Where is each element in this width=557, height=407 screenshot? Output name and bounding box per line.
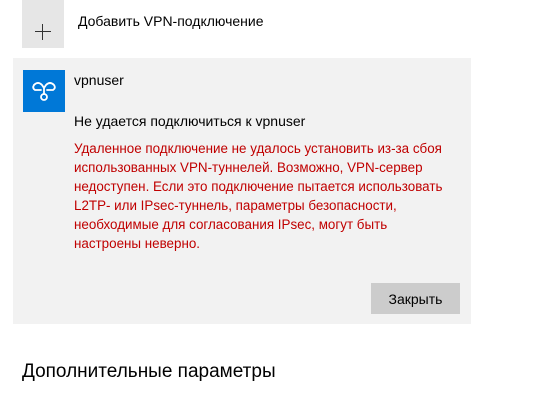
- close-button[interactable]: Закрыть: [371, 283, 460, 314]
- vpn-connection-name: vpnuser: [74, 72, 124, 88]
- vpn-connection-panel: vpnuser Не удается подключиться к vpnuse…: [13, 58, 471, 324]
- error-line: Удаленное подключение не удалось установ…: [74, 141, 442, 156]
- error-line: настроены неверно.: [74, 236, 201, 251]
- vpn-settings-page: Добавить VPN-подключение vpnuser Не удае…: [0, 0, 557, 407]
- add-vpn-connection[interactable]: Добавить VPN-подключение: [22, 0, 264, 48]
- error-message: Удаленное подключение не удалось установ…: [74, 139, 459, 253]
- error-line: необходимые для согласования IPsec, могу…: [74, 217, 388, 232]
- error-line: недоступен. Если это подключение пытаетс…: [74, 179, 443, 194]
- advanced-settings-heading: Дополнительные параметры: [22, 361, 276, 382]
- error-line: использованных VPN-туннелей. Возможно, V…: [74, 160, 423, 175]
- add-vpn-label[interactable]: Добавить VPN-подключение: [78, 13, 264, 29]
- error-line: L2TP- или IPsec-туннель, параметры безоп…: [74, 198, 397, 213]
- plus-icon[interactable]: [22, 0, 64, 48]
- error-title: Не удается подключиться к vpnuser: [74, 113, 306, 129]
- vpn-connection-icon: [23, 70, 65, 112]
